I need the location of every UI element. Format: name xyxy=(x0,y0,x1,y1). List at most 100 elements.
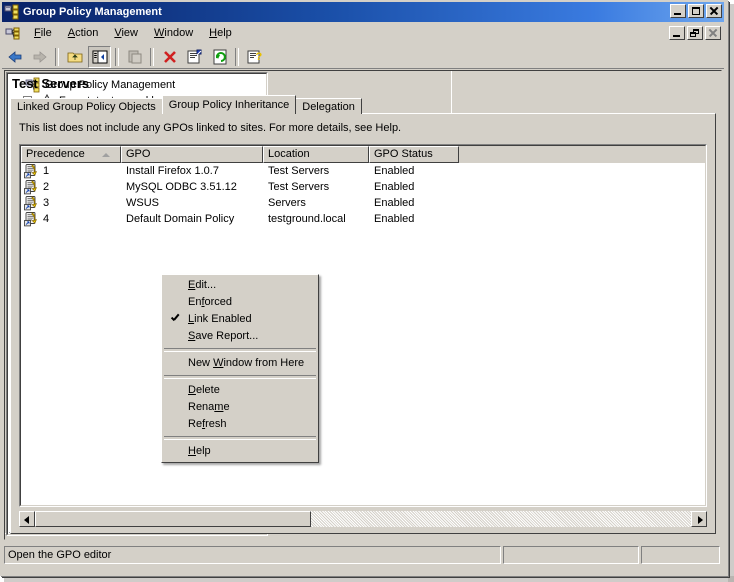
list-scroll-left-button[interactable] xyxy=(19,511,35,527)
mdi-system-menu-icon[interactable] xyxy=(5,26,21,42)
menu-view[interactable]: View xyxy=(106,25,146,42)
inheritance-list-inset: Precedence GPO Location GPO Status 1 Install… xyxy=(20,145,706,506)
tab-label: Linked Group Policy Objects xyxy=(17,101,156,113)
context-menu-separator xyxy=(164,436,316,440)
page-title: Test Servers xyxy=(12,76,90,91)
context-menu-item-label: Help xyxy=(188,445,211,457)
context-menu-item-label: Refresh xyxy=(188,418,227,430)
context-menu-item-delete[interactable]: Delete xyxy=(162,382,318,399)
close-button[interactable] xyxy=(706,4,722,18)
context-menu-item-new-window-from-here[interactable]: New Window from Here xyxy=(162,355,318,372)
context-menu[interactable]: Edit... Enforced Link Enabled Save Report..… xyxy=(161,274,319,463)
context-menu-item-enforced[interactable]: Enforced xyxy=(162,294,318,311)
list-scroll-thumb[interactable] xyxy=(35,511,311,527)
gpo-link-icon xyxy=(23,211,39,227)
column-header-label: GPO Status xyxy=(374,148,433,160)
refresh-icon[interactable] xyxy=(208,46,231,68)
properties-icon[interactable] xyxy=(183,46,206,68)
menu-action[interactable]: Action xyxy=(60,25,107,42)
tab-label: Delegation xyxy=(302,101,355,113)
maximize-button[interactable] xyxy=(688,4,704,18)
list-header: Precedence GPO Location GPO Status xyxy=(21,146,705,163)
cell-precedence: 1 xyxy=(43,165,50,177)
window-title: Group Policy Management xyxy=(23,6,162,18)
tab-label: Group Policy Inheritance xyxy=(168,99,290,111)
show-hide-console-tree-icon[interactable] xyxy=(88,45,111,68)
toolbar-separator-2 xyxy=(115,47,119,66)
gpo-link-icon xyxy=(23,163,39,179)
table-row[interactable]: 4 Default Domain Policy testground.local En… xyxy=(21,211,705,227)
column-header-gpo-status[interactable]: GPO Status xyxy=(369,146,459,163)
column-header-precedence[interactable]: Precedence xyxy=(21,146,121,163)
minimize-button[interactable] xyxy=(670,4,686,18)
cell-gpo-status: Enabled xyxy=(374,181,415,193)
cell-location: Test Servers xyxy=(268,181,330,193)
tab-delegation[interactable]: Delegation xyxy=(295,98,362,114)
context-menu-item-label: Delete xyxy=(188,384,220,396)
mdi-close-button xyxy=(705,26,721,40)
column-header-gpo[interactable]: GPO xyxy=(121,146,263,163)
context-menu-item-refresh[interactable]: Refresh xyxy=(162,416,318,433)
context-menu-separator xyxy=(164,348,316,352)
context-menu-item-label: Save Report... xyxy=(188,330,259,342)
status-panel-3 xyxy=(641,546,720,564)
context-menu-item-help[interactable]: Help xyxy=(162,443,318,460)
group-policy-management-window: Group Policy Management File Action View… xyxy=(0,0,734,582)
mdi-minimize-button[interactable] xyxy=(669,26,685,40)
list-scroll-right-button[interactable] xyxy=(691,511,707,527)
context-menu-item-label: New Window from Here xyxy=(188,357,305,369)
context-menu-item-label: Enforced xyxy=(188,296,233,308)
list-rows: 1 Install Firefox 1.0.7 Test Servers Enable… xyxy=(21,163,705,505)
table-row[interactable]: 3 WSUS Servers Enabled xyxy=(21,195,705,211)
copy-icon xyxy=(123,46,146,68)
mdi-client-area: Group Policy ManagementForest: testgroun… xyxy=(4,70,722,540)
menu-window[interactable]: Window xyxy=(146,25,201,42)
sort-ascending-icon xyxy=(102,153,110,157)
forward-icon xyxy=(28,46,51,68)
menu-help[interactable]: Help xyxy=(201,25,240,42)
cell-precedence: 4 xyxy=(43,213,50,225)
delete-icon[interactable] xyxy=(158,46,181,68)
inheritance-note: This list does not include any GPOs link… xyxy=(19,122,402,134)
window-shadow-bottom xyxy=(4,576,734,582)
list-scroll-track[interactable] xyxy=(35,511,691,527)
status-panel-2 xyxy=(503,546,639,564)
cell-gpo: WSUS xyxy=(126,197,159,209)
cell-location: Servers xyxy=(268,197,306,209)
tab-group-policy-inheritance[interactable]: Group Policy Inheritance xyxy=(161,95,297,114)
window-shadow-right xyxy=(728,4,734,582)
context-menu-item-label: Link Enabled xyxy=(188,313,252,325)
context-menu-item-link-enabled[interactable]: Link Enabled xyxy=(162,311,318,328)
status-message: Open the GPO editor xyxy=(4,546,501,564)
help-icon[interactable]: ? xyxy=(243,46,266,68)
list-horizontal-scrollbar[interactable] xyxy=(19,511,707,527)
cell-gpo: Default Domain Policy xyxy=(126,213,235,225)
toolbar: ? xyxy=(2,45,724,69)
up-one-level-icon[interactable] xyxy=(63,46,86,68)
title-bar[interactable]: Group Policy Management xyxy=(2,2,724,22)
gpo-link-icon xyxy=(23,195,39,211)
mdi-restore-button[interactable] xyxy=(687,26,703,40)
context-menu-item-edit[interactable]: Edit... xyxy=(162,277,318,294)
menu-bar: File Action View Window Help xyxy=(2,23,724,44)
context-menu-separator xyxy=(164,375,316,379)
inheritance-list[interactable]: Precedence GPO Location GPO Status 1 Install… xyxy=(19,144,707,507)
cell-precedence: 3 xyxy=(43,197,50,209)
window-buttons xyxy=(670,4,722,18)
cell-location: testground.local xyxy=(268,213,346,225)
back-icon[interactable] xyxy=(3,46,26,68)
table-row[interactable]: 2 MySQL ODBC 3.51.12 Test Servers Enabled xyxy=(21,179,705,195)
context-menu-item-label: Edit... xyxy=(188,279,217,291)
column-header-label: Precedence xyxy=(26,148,85,160)
menu-file[interactable]: File xyxy=(26,25,60,42)
toolbar-separator-4 xyxy=(235,47,239,66)
context-menu-item-save-report[interactable]: Save Report... xyxy=(162,328,318,345)
cell-gpo-status: Enabled xyxy=(374,197,415,209)
tab-strip: Linked Group Policy Objects Group Policy … xyxy=(10,95,362,114)
tab-linked-group-policy-objects[interactable]: Linked Group Policy Objects xyxy=(10,98,163,114)
table-row[interactable]: 1 Install Firefox 1.0.7 Test Servers Enable… xyxy=(21,163,705,179)
svg-text:?: ? xyxy=(255,51,262,63)
cell-precedence: 2 xyxy=(43,181,50,193)
context-menu-item-rename[interactable]: Rename xyxy=(162,399,318,416)
column-header-location[interactable]: Location xyxy=(263,146,369,163)
